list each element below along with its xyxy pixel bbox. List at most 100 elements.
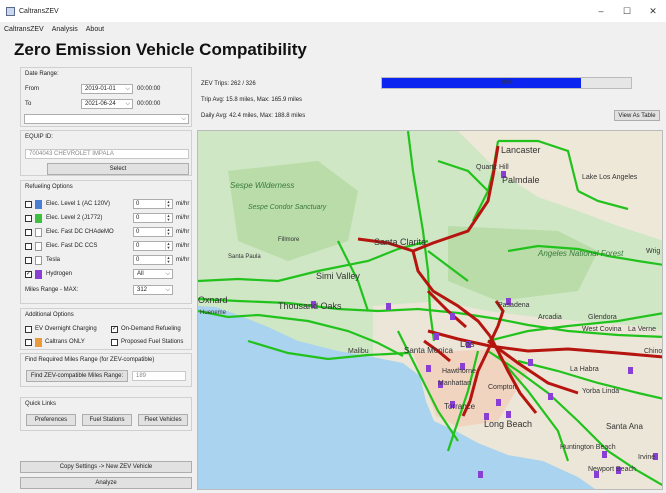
view-as-table-button[interactable]: View As Table	[614, 110, 660, 121]
minimize-button[interactable]: –	[588, 0, 614, 22]
label-huntington-beach: Huntington Beach	[560, 444, 616, 451]
label-la-verne: La Verne	[628, 326, 656, 333]
to-time[interactable]: 00:00:00	[137, 101, 160, 107]
hydrogen-station-marker[interactable]	[528, 359, 533, 366]
fleet-vehicles-button[interactable]: Fleet Vehicles	[138, 414, 188, 426]
select-button[interactable]: Select	[47, 163, 189, 175]
additional-heading: Additional Options	[25, 312, 74, 318]
hydrogen-station-marker[interactable]	[506, 411, 511, 418]
label-chino: Chino	[644, 348, 662, 355]
tesla-rate-value: 0	[136, 257, 140, 263]
hydrogen-station-marker[interactable]	[628, 367, 633, 374]
label-irvine: Irvine	[638, 454, 655, 461]
ccs-checkbox[interactable]	[25, 243, 32, 250]
hydrogen-station-marker[interactable]	[426, 365, 431, 372]
title-bar: CaltransZEV – ☐ ✕	[0, 0, 666, 22]
route-map[interactable]: Lancaster Quartz Hill Palmdale Lake Los …	[197, 130, 663, 490]
ev-overnight-checkbox[interactable]	[25, 326, 32, 333]
elec-level1-rate[interactable]: 0 ▲ ▼	[133, 199, 173, 209]
date-range-section: Date Range: From 2019-01-01 ⌵ 00:00:00 T…	[20, 67, 192, 127]
equip-id-field[interactable]: 7004043 CHEVROLET IMPALA	[25, 149, 189, 159]
proposed-stations-label: Proposed Fuel Stations	[121, 339, 184, 345]
label-newport-beach: Newport Beach	[588, 466, 636, 473]
from-time[interactable]: 00:00:00	[137, 86, 160, 92]
elec-level2-label: Elec. Level 2 (J1772)	[46, 215, 103, 221]
ccs-rate[interactable]: 0 ▲ ▼	[133, 241, 173, 251]
menu-caltranszev[interactable]: CaltransZEV	[4, 26, 44, 33]
elec-level2-checkbox[interactable]	[25, 215, 32, 222]
label-lancaster: Lancaster	[501, 145, 541, 155]
copy-settings-button[interactable]: Copy Settings -> New ZEV Vehicle	[20, 461, 192, 473]
tesla-checkbox[interactable]	[25, 257, 32, 264]
hydrogen-label: Hydrogen	[46, 271, 73, 277]
hydrogen-select[interactable]: All ⌵	[133, 269, 173, 279]
elec-level1-checkbox[interactable]	[25, 201, 32, 208]
chevron-down-icon: ⌵	[125, 101, 130, 107]
fuel-stations-button[interactable]: Fuel Stations	[82, 414, 132, 426]
hydrogen-station-marker[interactable]	[496, 399, 501, 406]
ev-overnight-label: EV Overnight Charging	[35, 326, 97, 332]
label-sespe-condor: Sespe Condor Sanctuary	[248, 204, 327, 211]
hydrogen-station-marker[interactable]	[548, 393, 553, 400]
label-los-angeles: Los	[460, 339, 475, 349]
menu-analysis[interactable]: Analysis	[52, 26, 78, 33]
label-long-beach: Long Beach	[484, 419, 532, 429]
app-window: CaltransZEV – ☐ ✕ CaltransZEV Analysis A…	[0, 0, 666, 493]
label-malibu: Malibu	[348, 348, 369, 355]
miles-range-input[interactable]: 312 ⌵	[133, 285, 173, 295]
close-button[interactable]: ✕	[640, 0, 666, 22]
spinner-arrows-icon[interactable]: ▲ ▼	[165, 228, 171, 236]
daily-avg-text: Daily Avg: 42.4 miles, Max: 188.8 miles	[201, 113, 306, 119]
on-demand-checkbox[interactable]: ✓	[111, 326, 118, 333]
label-santa-ana: Santa Ana	[606, 422, 643, 431]
chademo-checkbox[interactable]	[25, 229, 32, 236]
charger-ccs-icon	[35, 242, 42, 251]
hydrogen-checkbox[interactable]: ✓	[25, 271, 32, 278]
elec-level2-rate[interactable]: 0 ▲ ▼	[133, 213, 173, 223]
tesla-unit: mi/hr	[176, 257, 190, 263]
find-range-heading: Find Required Miles Range (for ZEV-compa…	[25, 357, 155, 363]
label-thousand-oaks: Thousand Oaks	[278, 301, 342, 311]
hydrogen-station-marker[interactable]	[602, 451, 607, 458]
find-range-button[interactable]: Find ZEV-compatible Miles Range:	[26, 370, 128, 382]
elec-level2-rate-value: 0	[136, 215, 140, 221]
label-compton: Compton	[488, 384, 517, 391]
label-simi-valley: Simi Valley	[316, 271, 360, 281]
to-date-input[interactable]: 2021-06-24 ⌵	[81, 99, 133, 109]
label-west-covina: West Covina	[582, 326, 622, 333]
chevron-down-icon: ⌵	[165, 287, 170, 293]
label-lake-los-angeles: Lake Los Angeles	[582, 174, 638, 181]
chademo-rate[interactable]: 0 ▲ ▼	[133, 227, 173, 237]
hydrogen-station-marker[interactable]	[478, 471, 483, 478]
label-santa-clarita: Santa Clarita	[374, 237, 426, 247]
analyze-button[interactable]: Analyze	[20, 477, 192, 489]
miles-range-label: Miles Range - MAX:	[25, 287, 79, 293]
hydrogen-station-marker[interactable]	[450, 313, 455, 320]
proposed-stations-checkbox[interactable]	[111, 339, 118, 346]
hydrogen-station-marker[interactable]	[386, 303, 391, 310]
menu-about[interactable]: About	[86, 26, 104, 33]
hydrogen-select-value: All	[137, 271, 144, 277]
from-date-input[interactable]: 2019-01-01 ⌵	[81, 84, 133, 94]
spinner-arrows-icon[interactable]: ▲ ▼	[165, 256, 171, 264]
chevron-down-icon: ⌵	[165, 271, 170, 277]
zev-trips-text: ZEV Trips: 262 / 326	[201, 81, 256, 87]
ccs-unit: mi/hr	[176, 243, 190, 249]
chevron-down-icon: ⌵	[125, 86, 130, 92]
preferences-button[interactable]: Preferences	[26, 414, 76, 426]
forest-area	[228, 161, 358, 261]
date-preset-select[interactable]: ⌵	[24, 114, 189, 124]
app-title: Zero Emission Vehicle Compatibility	[14, 40, 307, 59]
on-demand-label: On-Demand Refueling	[121, 326, 181, 332]
maximize-button[interactable]: ☐	[614, 0, 640, 22]
caltrans-only-label: Caltrans ONLY	[45, 339, 85, 345]
hydrogen-station-marker[interactable]	[434, 333, 439, 340]
refueling-section: Refueling Options Elec. Level 1 (AC 120V…	[20, 180, 192, 304]
charger-level2-icon	[35, 214, 42, 223]
caltrans-only-checkbox[interactable]	[25, 339, 32, 346]
spinner-arrows-icon[interactable]: ▲ ▼	[165, 214, 171, 222]
spinner-arrows-icon[interactable]: ▲ ▼	[165, 200, 171, 208]
tesla-rate[interactable]: 0 ▲ ▼	[133, 255, 173, 265]
find-range-result: 189	[132, 371, 186, 381]
spinner-arrows-icon[interactable]: ▲ ▼	[165, 242, 171, 250]
